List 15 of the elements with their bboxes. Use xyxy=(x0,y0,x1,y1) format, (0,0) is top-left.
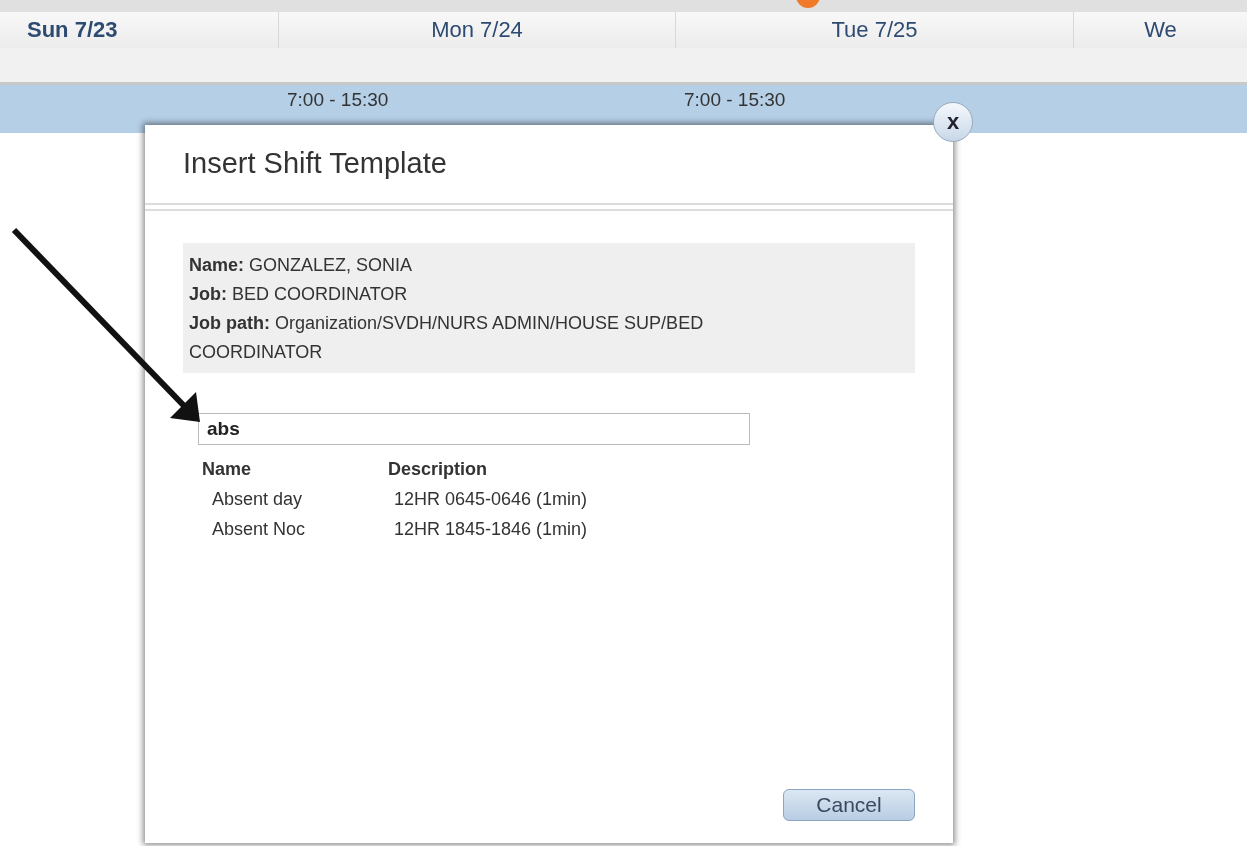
info-line: Job path: Organization/SVDH/NURS ADMIN/HOUSE SUP/BED COORDINATOR xyxy=(189,312,705,364)
cancel-button[interactable]: Cancel xyxy=(783,789,915,821)
info-line: Name: GONZALEZ, SONIA xyxy=(189,254,414,277)
info-line: Job: BED COORDINATOR xyxy=(189,283,409,306)
shift-time[interactable]: 7:00 - 15:30 xyxy=(684,89,786,110)
day-header[interactable]: Sun 7/23 xyxy=(0,12,278,48)
table-cell[interactable]: 12HR 1845-1846 (1min) xyxy=(388,519,688,540)
table-cell[interactable]: Absent day xyxy=(202,489,388,510)
dialog-title: Insert Shift Template xyxy=(182,146,448,181)
shift-time[interactable]: 7:00 - 15:30 xyxy=(287,89,389,110)
table-cell[interactable]: 12HR 0645-0646 (1min) xyxy=(388,489,688,510)
table-cell[interactable]: Absent Noc xyxy=(202,519,388,540)
column-header: Description xyxy=(388,459,489,480)
search-field[interactable]: abs xyxy=(198,413,750,445)
column-header: Name xyxy=(202,459,253,480)
